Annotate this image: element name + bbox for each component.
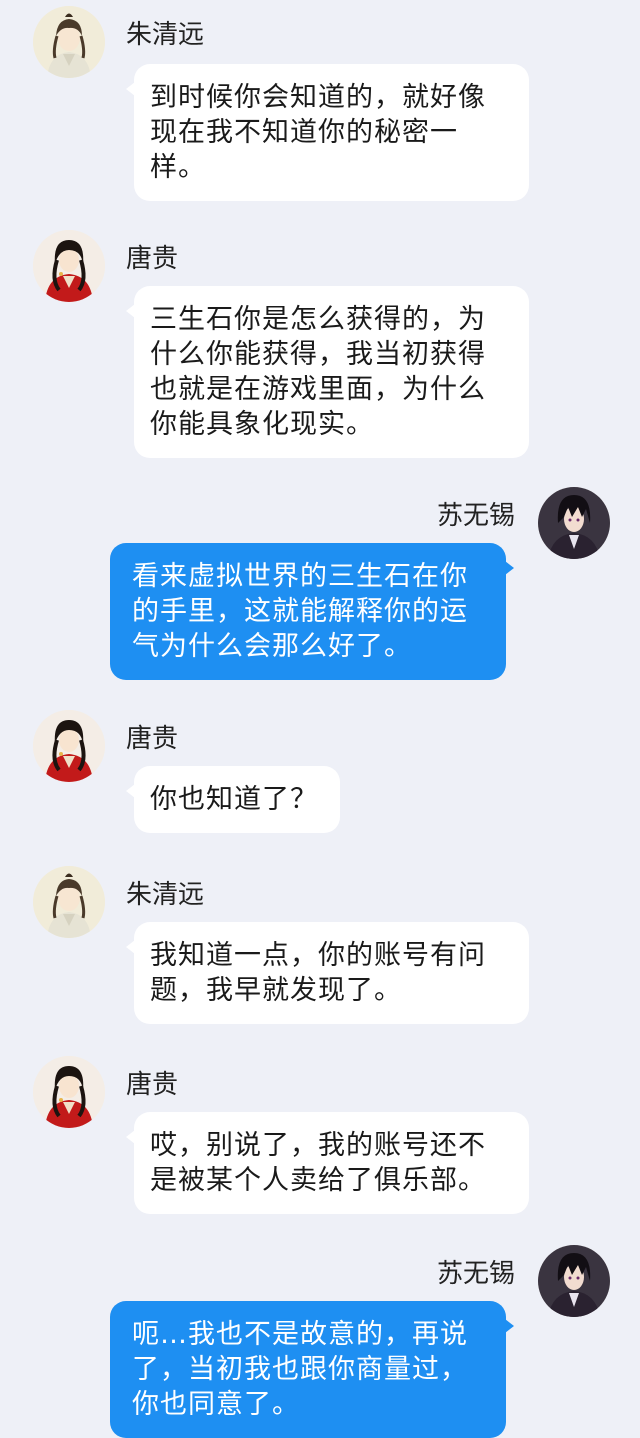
message-text: 你也同意了。 [132,1389,300,1420]
sender-name: 苏无锡 [436,1259,515,1289]
message-text: 三生石你是怎么获得的，为 [150,304,486,335]
message-text: 题，我早就发现了。 [150,975,402,1006]
red-robe-avatar-icon[interactable] [33,710,105,782]
message-bubble[interactable]: 我知道一点，你的账号有问 题，我早就发现了。 [126,922,529,1024]
message-text: 呃…我也不是故意的，再说 [132,1319,468,1350]
scholar-avatar-icon[interactable] [33,866,105,938]
dark-hair-avatar-icon[interactable] [538,1245,610,1317]
red-robe-avatar-icon[interactable] [33,1056,105,1128]
message-bubble[interactable]: 呃…我也不是故意的，再说 了，当初我也跟你商量过， 你也同意了。 [110,1301,514,1438]
message-text: 你能具象化现实。 [150,409,374,440]
message-bubble[interactable]: 看来虚拟世界的三生石在你 的手里，这就能解释你的运 气为什么会那么好了。 [110,543,514,680]
chat-window: 朱清远 到时候你会知道的，就好像 现在我不知道你的秘密一 样。 唐贵 三生石你是… [0,0,640,1438]
red-robe-avatar-icon[interactable] [33,230,105,302]
sender-name: 唐贵 [126,724,179,754]
message-text: 看来虚拟世界的三生石在你 [132,561,468,592]
dark-hair-avatar-icon[interactable] [538,487,610,559]
message-bubble[interactable]: 你也知道了？ [126,766,340,833]
sender-name: 朱清远 [126,880,205,910]
message-text: 了，当初我也跟你商量过， [132,1354,468,1385]
message-bubble[interactable]: 哎，别说了，我的账号还不 是被某个人卖给了俱乐部。 [126,1112,529,1214]
message-bubble[interactable]: 到时候你会知道的，就好像 现在我不知道你的秘密一 样。 [126,64,529,201]
sender-name: 唐贵 [126,1070,179,1100]
message-text: 的手里，这就能解释你的运 [132,596,468,627]
message-text: 现在我不知道你的秘密一 [150,117,458,148]
message-text: 到时候你会知道的，就好像 [150,82,486,113]
message-bubble[interactable]: 三生石你是怎么获得的，为 什么你能获得，我当初获得 也就是在游戏里面，为什么 你… [126,286,529,458]
message-text: 你也知道了？ [150,784,318,815]
sender-name: 苏无锡 [436,501,515,531]
message-text: 也就是在游戏里面，为什么 [150,374,486,405]
scholar-avatar-icon[interactable] [33,6,105,78]
message-text: 气为什么会那么好了。 [132,631,412,662]
sender-name: 唐贵 [126,244,179,274]
message-text: 我知道一点，你的账号有问 [150,940,486,971]
message-text: 样。 [150,152,206,183]
message-text: 哎，别说了，我的账号还不 [150,1130,486,1161]
message-text: 什么你能获得，我当初获得 [150,339,486,370]
sender-name: 朱清远 [126,20,205,50]
message-text: 是被某个人卖给了俱乐部。 [150,1165,486,1196]
